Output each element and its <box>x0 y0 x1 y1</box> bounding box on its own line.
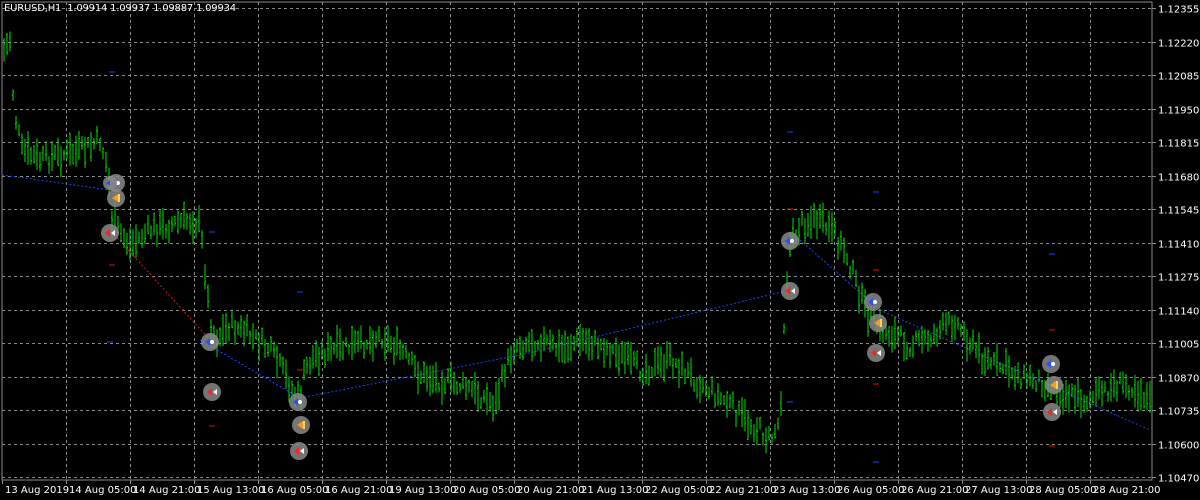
price-tick-label: 1.12085 <box>1158 72 1199 83</box>
time-tick-label: 16 Aug 05:00 <box>261 485 328 496</box>
time-tick-label: 26 Aug 05:00 <box>837 485 904 496</box>
price-tick-label: 1.11680 <box>1158 173 1199 184</box>
price-tick-label: 1.11815 <box>1158 139 1199 150</box>
buy-arrow-marker[interactable] <box>201 333 219 351</box>
time-tick-label: 22 Aug 05:00 <box>645 485 712 496</box>
sell-arrow-marker[interactable] <box>781 282 799 300</box>
price-tick-label: 1.11545 <box>1158 206 1199 217</box>
ohlc-close: 1.09934 <box>196 3 236 14</box>
price-tick-label: 1.12220 <box>1158 39 1199 50</box>
time-tick-label: 27 Aug 13:00 <box>965 485 1032 496</box>
price-bars <box>3 31 1151 454</box>
time-tick-label: 20 Aug 21:00 <box>517 485 584 496</box>
ohlc-open: 1.09914 <box>67 3 108 14</box>
time-tick-label: 28 Aug 21:00 <box>1093 485 1160 496</box>
price-tick-label: 1.10600 <box>1158 441 1199 452</box>
buy-arrow-marker[interactable] <box>864 293 882 311</box>
ohlc-low: 1.09887 <box>153 3 194 14</box>
time-axis[interactable]: 13 Aug 2019 14 Aug 05:0014 Aug 21:0015 Au… <box>2 480 1161 496</box>
sell-arrow-marker[interactable] <box>290 442 308 460</box>
time-tick-label: 26 Aug 21:00 <box>901 485 968 496</box>
marker-dot <box>298 400 302 404</box>
price-tick-label: 1.11410 <box>1158 240 1199 251</box>
close-marker[interactable] <box>1045 376 1063 394</box>
time-tick-label: 22 Aug 21:00 <box>709 485 776 496</box>
sell-arrow-marker[interactable] <box>101 224 119 242</box>
marker-dot <box>790 239 794 243</box>
chart-grid <box>1 1 1153 481</box>
price-tick-label: 1.10470 <box>1158 474 1199 485</box>
ohlc-high: 1.09937 <box>110 3 151 14</box>
price-tick-label: 1.10870 <box>1158 374 1199 385</box>
time-tick-label: 13 Aug 2019 <box>5 485 69 496</box>
marker-bar <box>118 194 120 202</box>
close-marker[interactable] <box>107 189 125 207</box>
price-tick-label: 1.11275 <box>1158 273 1199 284</box>
buy-arrow-marker[interactable] <box>1042 355 1060 373</box>
chart-window[interactable]: 1.12355 1.12220 1.12085 1.11950 1.11815 1.116… <box>0 0 1200 500</box>
sell-arrow-marker[interactable] <box>867 344 885 362</box>
price-tick-label: 1.11140 <box>1158 307 1199 318</box>
sell-arrow-marker[interactable] <box>203 383 221 401</box>
price-axis[interactable]: 1.12355 1.12220 1.12085 1.11950 1.11815 1.116… <box>1152 5 1199 485</box>
close-marker[interactable] <box>869 314 887 332</box>
sell-arrow-marker[interactable] <box>1043 403 1061 421</box>
time-tick-label: 14 Aug 21:00 <box>133 485 200 496</box>
price-chart[interactable]: 1.12355 1.12220 1.12085 1.11950 1.11815 1.116… <box>0 0 1200 500</box>
buy-arrow-marker[interactable] <box>289 393 307 411</box>
price-tick-label: 1.11005 <box>1158 340 1199 351</box>
close-marker[interactable] <box>292 416 310 434</box>
time-tick-label: 21 Aug 13:00 <box>581 485 648 496</box>
price-tick-label: 1.10735 <box>1158 407 1199 418</box>
time-tick-label: 16 Aug 21:00 <box>325 485 392 496</box>
trade-markers <box>101 174 1063 460</box>
trend-line-blue <box>1 174 111 191</box>
marker-bar <box>880 319 882 327</box>
buy-arrow-marker[interactable] <box>781 232 799 250</box>
time-tick-label: 28 Aug 05:00 <box>1029 485 1096 496</box>
time-tick-label: 14 Aug 05:00 <box>69 485 136 496</box>
price-tick-label: 1.12355 <box>1158 5 1199 16</box>
marker-dot <box>1051 362 1055 366</box>
marker-dot <box>873 300 877 304</box>
time-tick-label: 23 Aug 13:00 <box>773 485 840 496</box>
trend-line-blue <box>519 289 791 356</box>
time-tick-label: 20 Aug 05:00 <box>453 485 520 496</box>
price-tick-label: 1.11950 <box>1158 106 1199 117</box>
marker-bar <box>1056 381 1058 389</box>
time-tick-label: 15 Aug 13:00 <box>197 485 264 496</box>
marker-bar <box>303 421 305 429</box>
time-tick-label: 19 Aug 13:00 <box>389 485 456 496</box>
symbol-timeframe: EURUSD,H1 <box>4 3 62 14</box>
buy-arrow-marker[interactable] <box>103 176 117 190</box>
marker-dot <box>210 340 214 344</box>
trend-lines <box>1 71 1151 463</box>
plot-frame <box>1 1 1153 481</box>
symbol-ohlc-label: EURUSD,H1 1.09914 1.09937 1.09887 1.0993… <box>4 3 236 14</box>
